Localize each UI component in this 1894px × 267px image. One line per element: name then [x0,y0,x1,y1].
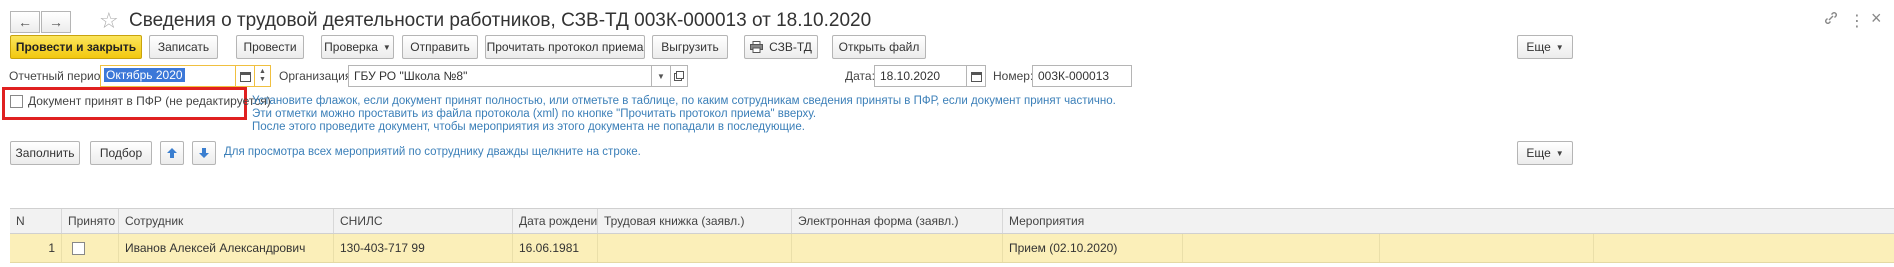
read-protocol-label: Прочитать протокол приема [486,40,644,54]
accepted-in-pfr-checkbox[interactable]: Документ принят в ПФР (не редактируется) [10,94,271,108]
select-button[interactable]: Подбор [90,141,152,165]
hint-line-1: Установите флажок, если документ принят … [252,95,1116,107]
save-label: Записать [157,40,210,54]
send-button[interactable]: Отправить [402,35,478,59]
hint-line-3: После этого проведите документ, чтобы ме… [252,121,805,133]
row-extra-1 [1183,234,1380,262]
send-label: Отправить [410,40,470,54]
printer-icon [750,41,764,53]
arrow-up-icon [166,147,178,159]
forward-arrow-icon: → [49,14,63,30]
szv-td-label: СЗВ-ТД [769,40,812,54]
move-up-button[interactable] [160,141,184,165]
row-snils: 130-403-717 99 [334,234,513,262]
post-button[interactable]: Провести [236,35,304,59]
row-number: 1 [10,234,62,262]
organization-dropdown-icon[interactable]: ▼ [651,65,671,87]
organization-open-icon[interactable] [670,65,688,87]
upload-label: Выгрузить [661,40,719,54]
row-employee: Иванов Алексей Александрович [119,234,334,262]
organization-value: ГБУ РО "Школа №8" [354,69,468,83]
check-dropdown-button[interactable]: Проверка ▼ [321,35,394,59]
date-calendar-icon[interactable] [966,65,986,87]
table-row[interactable]: 1 Иванов Алексей Александрович 130-403-7… [10,234,1894,263]
organization-field[interactable]: ГБУ РО "Школа №8" [348,65,652,87]
column-header-snils[interactable]: СНИЛС [334,209,513,233]
open-file-label: Открыть файл [838,40,920,54]
number-label: Номер: [993,69,1034,83]
row-paper-book [598,234,792,262]
move-down-button[interactable] [192,141,216,165]
row-electronic-form [792,234,1003,262]
number-field[interactable]: 003К-000013 [1032,65,1132,87]
row-extra-3 [1594,234,1894,262]
dropdown-caret-icon: ▼ [1555,148,1564,158]
fill-label: Заполнить [15,146,75,160]
period-label: Отчетный период: [9,69,111,83]
row-accepted-cell[interactable] [62,234,119,262]
table-hint: Для просмотра всех мероприятий по сотруд… [224,146,641,158]
open-file-button[interactable]: Открыть файл [832,35,926,59]
date-label: Дата: [845,69,875,83]
period-field[interactable]: Октябрь 2020 [100,65,236,87]
favorite-star-icon[interactable]: ☆ [99,8,119,34]
spin-down-icon: ▼ [259,76,266,83]
column-header-electronic-form[interactable]: Электронная форма (заявл.) [792,209,1003,233]
column-header-n[interactable]: N [10,209,62,233]
post-and-close-label: Провести и закрыть [15,40,137,54]
save-button[interactable]: Записать [149,35,218,59]
back-button[interactable]: ← [10,11,40,33]
accepted-in-pfr-label: Документ принят в ПФР (не редактируется) [28,94,271,108]
post-and-close-button[interactable]: Провести и закрыть [10,35,142,59]
column-header-employee[interactable]: Сотрудник [119,209,334,233]
close-icon[interactable]: × [1871,8,1882,29]
link-icon[interactable] [1824,11,1838,28]
check-label: Проверка [324,40,378,54]
page-title: Сведения о трудовой деятельности работни… [129,10,872,31]
arrow-down-icon [198,147,210,159]
post-label: Провести [243,40,297,54]
fill-button[interactable]: Заполнить [10,141,80,165]
row-extra-2 [1380,234,1594,262]
date-field[interactable]: 18.10.2020 [874,65,967,87]
more-actions-button[interactable]: Еще ▼ [1517,35,1573,59]
organization-label: Организация: [279,69,355,83]
szv-td-print-button[interactable]: СЗВ-ТД [744,35,818,59]
column-header-paper-book[interactable]: Трудовая книжка (заявл.) [598,209,792,233]
column-header-birth-date[interactable]: Дата рождения [513,209,598,233]
column-header-accepted[interactable]: Принято [62,209,119,233]
hint-line-2: Эти отметки можно проставить из файла пр… [252,108,817,120]
forward-button[interactable]: → [41,11,71,33]
table-more-label: Еще [1526,146,1551,160]
period-value: Октябрь 2020 [104,68,185,82]
row-birth-date: 16.06.1981 [513,234,598,262]
upload-button[interactable]: Выгрузить [652,35,728,59]
row-events: Прием (02.10.2020) [1003,234,1183,262]
row-accepted-checkbox[interactable] [72,241,85,255]
spin-up-icon: ▲ [259,68,266,75]
more-actions-label: Еще [1526,40,1551,54]
table-header: N Принято Сотрудник СНИЛС Дата рождения … [10,208,1894,234]
period-spin-button[interactable]: ▲ ▼ [254,65,271,87]
read-protocol-button[interactable]: Прочитать протокол приема [485,35,645,59]
column-header-events[interactable]: Мероприятия [1003,209,1894,233]
select-label: Подбор [99,146,143,160]
calendar-icon[interactable] [235,65,255,87]
checkbox-box[interactable] [10,94,23,108]
dropdown-caret-icon: ▼ [1555,42,1564,52]
number-value: 003К-000013 [1038,69,1110,83]
dropdown-caret-icon: ▼ [382,42,391,52]
date-value: 18.10.2020 [880,69,941,83]
table-more-button[interactable]: Еще ▼ [1517,141,1573,165]
more-menu-icon[interactable]: ⋮ [1849,11,1865,31]
back-arrow-icon: ← [18,14,32,30]
